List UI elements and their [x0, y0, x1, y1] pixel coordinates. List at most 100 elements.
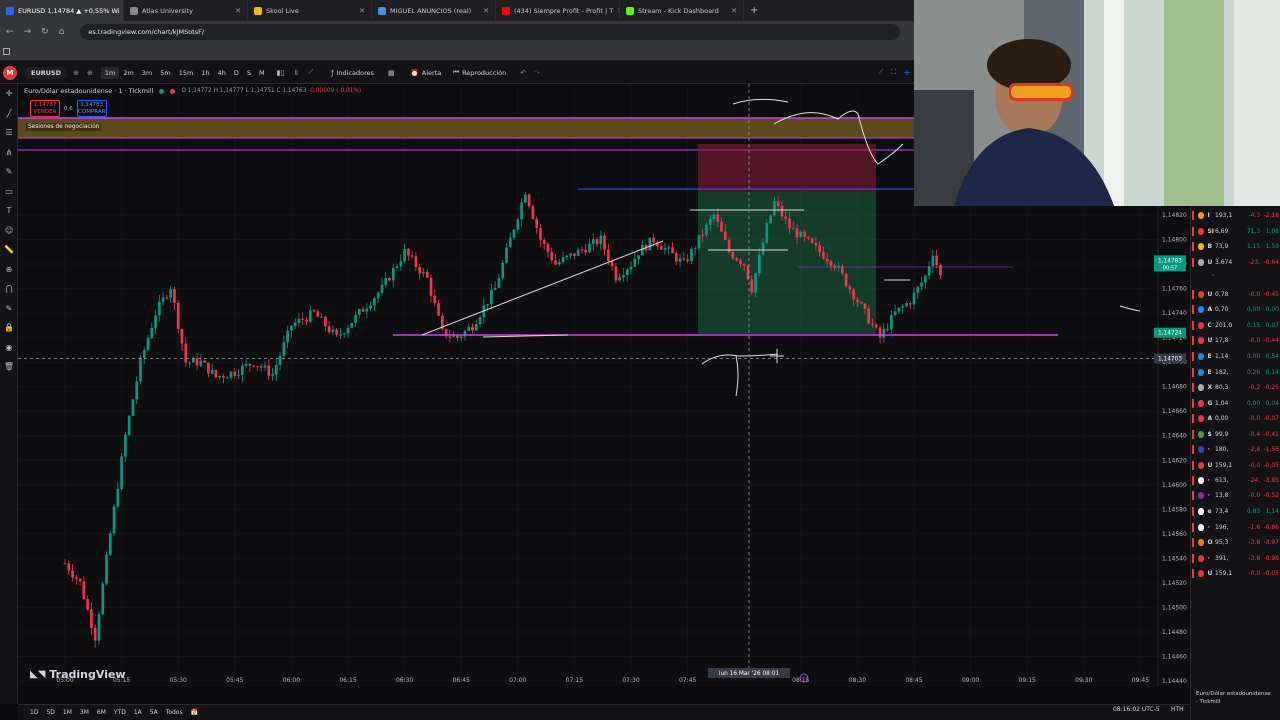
close-tab-icon[interactable]: ✕	[359, 7, 365, 15]
watchlist-row[interactable]: O 95,3 -3,8 -3,97	[1191, 535, 1280, 551]
magnet-icon[interactable]: ⋂	[0, 279, 18, 299]
range-1D[interactable]: 1D	[26, 709, 42, 716]
zoom-icon[interactable]: ⊕	[0, 260, 18, 280]
range-YTD[interactable]: YTD	[110, 709, 130, 716]
range-6M[interactable]: 6M	[93, 709, 110, 716]
watchlist-row[interactable]: C 201,0 0,15 0,07	[1191, 318, 1280, 334]
redo-icon[interactable]: ↷	[534, 69, 540, 77]
browser-tab[interactable]: EURUSD 1,14784 ▲ +0,55% Wi✕	[0, 0, 124, 21]
line-type-icon[interactable]: ⟋	[308, 68, 313, 77]
browser-tab[interactable]: (434) Siempre Profit - Profit | T✕	[496, 0, 620, 21]
sessions-indicator-label[interactable]: Sesiones de negociación	[26, 123, 102, 131]
close-tab-icon[interactable]: ✕	[483, 7, 489, 15]
range-5D[interactable]: 5D	[42, 709, 58, 716]
forward-icon[interactable]: →	[24, 27, 32, 37]
layouts-icon[interactable]: ▦	[388, 69, 395, 77]
watchlist-row[interactable]: SI 6,69 71,3 1,08	[1191, 224, 1280, 240]
timeframe-1h[interactable]: 1h	[197, 67, 213, 79]
watchlist-row[interactable]: G 1,04 0,00 0,04	[1191, 396, 1280, 412]
watchlist-row[interactable]: B 73,9 1,15 1,59	[1191, 239, 1280, 255]
take-profit-zone[interactable]	[698, 192, 876, 334]
timeframe-2m[interactable]: 2m	[119, 67, 137, 79]
timeframe-5m[interactable]: 5m	[156, 67, 174, 79]
pitchfork-icon[interactable]: ⋔	[0, 143, 18, 163]
ruler-icon[interactable]: 📏	[0, 240, 18, 260]
fullscreen-icon[interactable]: ⛶	[891, 68, 896, 77]
watchlist-row[interactable]: E 1,14 0,00 0,54	[1191, 349, 1280, 365]
watchlist-row[interactable]: U 17,8 -0,0 -0,44	[1191, 333, 1280, 349]
rectangle-icon[interactable]: ▭	[0, 182, 18, 202]
watchlist-row[interactable]: · 13,8 -0,0 -0,52	[1191, 488, 1280, 504]
timeframe-1m[interactable]: 1m	[100, 66, 120, 79]
sell-button[interactable]: 1,14787 VENDER	[30, 100, 60, 117]
user-avatar[interactable]: M	[3, 65, 17, 80]
back-icon[interactable]: ←	[6, 27, 14, 37]
watchlist-row[interactable]: I 193,1 -4,3 -2,18	[1191, 208, 1280, 224]
stop-loss-zone[interactable]	[698, 144, 876, 192]
range-1M[interactable]: 1M	[59, 709, 76, 716]
crosshair-icon[interactable]: ✛	[904, 69, 910, 77]
emoji-icon[interactable]: ☺	[0, 221, 18, 241]
bar-type-icon[interactable]: ⫫	[294, 68, 298, 77]
range-Todos[interactable]: Todos	[162, 709, 187, 716]
watchlist-row[interactable]: U 159,1 -0,0 -0,05	[1191, 458, 1280, 474]
browser-tab[interactable]: Skool Live ✕	[248, 0, 372, 21]
timeframe-S[interactable]: S	[243, 67, 255, 79]
reload-icon[interactable]: ↻	[41, 27, 49, 37]
indicators-button[interactable]: ƒ Indicadores	[325, 69, 380, 77]
watchlist-row[interactable]: X 80,3 -0,2 -0,25	[1191, 380, 1280, 396]
range-3M[interactable]: 3M	[76, 709, 93, 716]
range-5A[interactable]: 5A	[146, 709, 162, 716]
trash-icon[interactable]: 🗑	[0, 357, 18, 377]
candle-body	[97, 614, 101, 641]
chart-type-icon[interactable]: ▮▯	[277, 69, 285, 77]
watchlist-row[interactable]: U 159,1 -0,0 -0,05	[1191, 566, 1280, 582]
browser-tab[interactable]: Atlas University ✕	[124, 0, 248, 21]
crosshair-tool-icon[interactable]: ✛	[0, 84, 18, 104]
close-tab-icon[interactable]: ✕	[235, 7, 241, 15]
watchlist-row[interactable]: · 196, -1,6 -0,86	[1191, 520, 1280, 536]
watchlist-row[interactable]: $99,9 -0,4 -0,41	[1191, 427, 1280, 443]
lock-drawings-icon[interactable]: ✎	[0, 299, 18, 319]
timeframe-4h[interactable]: 4h	[214, 67, 230, 79]
alert-button[interactable]: ⏰ Alerta	[405, 69, 448, 77]
watchlist-row[interactable]: · 180, -2,8 -1,56	[1191, 442, 1280, 458]
watchlist-row[interactable]: A 0,00 -0,0 -0,07	[1191, 411, 1280, 427]
watchlist-row[interactable]: e 73,4 0,83 1,14	[1191, 504, 1280, 520]
browser-tab[interactable]: Stream - Kick Dashboard ✕	[620, 0, 744, 21]
watchlist-row[interactable]: U 3.674 -23, -0,64	[1191, 255, 1280, 271]
draw-pen-icon[interactable]: ⟋	[878, 68, 883, 77]
timeframe-M[interactable]: M	[255, 67, 269, 79]
trend-line-icon[interactable]: ╱	[0, 104, 18, 124]
timeframe-D[interactable]: D	[230, 67, 243, 79]
timeframe-15m[interactable]: 15m	[175, 67, 198, 79]
brush-icon[interactable]: ✎	[0, 162, 18, 182]
collapse-icon[interactable]: ⌃	[1211, 274, 1215, 280]
calendar-icon[interactable]: 📅	[187, 709, 202, 716]
replay-button[interactable]: ⏮ Reproducción	[447, 68, 512, 77]
close-tab-icon[interactable]: ✕	[731, 7, 737, 15]
symbol-search[interactable]: EURUSD	[25, 66, 68, 79]
home-icon[interactable]: ⌂	[59, 27, 65, 37]
watchlist-row[interactable]: · 391, -3,8 -0,98	[1191, 551, 1280, 567]
buy-button[interactable]: 1,14783 COMPRAR	[76, 100, 107, 117]
range-1A[interactable]: 1A	[130, 709, 146, 716]
timeframe-3m[interactable]: 3m	[138, 67, 156, 79]
lock-icon[interactable]: 🔒	[0, 318, 18, 338]
candle-body	[403, 248, 406, 262]
apps-icon[interactable]	[3, 48, 10, 55]
text-icon[interactable]: T	[0, 201, 18, 221]
compare-icon[interactable]: ⊕	[73, 69, 79, 77]
watchlist-row[interactable]: · 613, -24, -3,85	[1191, 473, 1280, 489]
watchlist-row[interactable]: U 0,78 -0,0 -0,45	[1191, 287, 1280, 303]
fib-icon[interactable]: ☰	[0, 123, 18, 143]
session-label[interactable]: HTH	[1171, 706, 1184, 713]
undo-icon[interactable]: ↶	[520, 69, 526, 77]
new-tab-icon[interactable]: +	[744, 0, 764, 21]
url-field[interactable]: es.tradingview.com/chart/kJMSotsF/	[80, 24, 901, 40]
browser-tab[interactable]: MIGUEL ANUNCIOS (real) ✕	[372, 0, 496, 21]
eye-icon[interactable]: ◉	[0, 338, 18, 358]
watchlist-row[interactable]: E 182, 0,26 0,14	[1191, 365, 1280, 381]
watchlist-row[interactable]: A 0,70 0,00 0,00	[1191, 302, 1280, 318]
add-symbol-icon[interactable]: ⊕	[87, 69, 93, 77]
